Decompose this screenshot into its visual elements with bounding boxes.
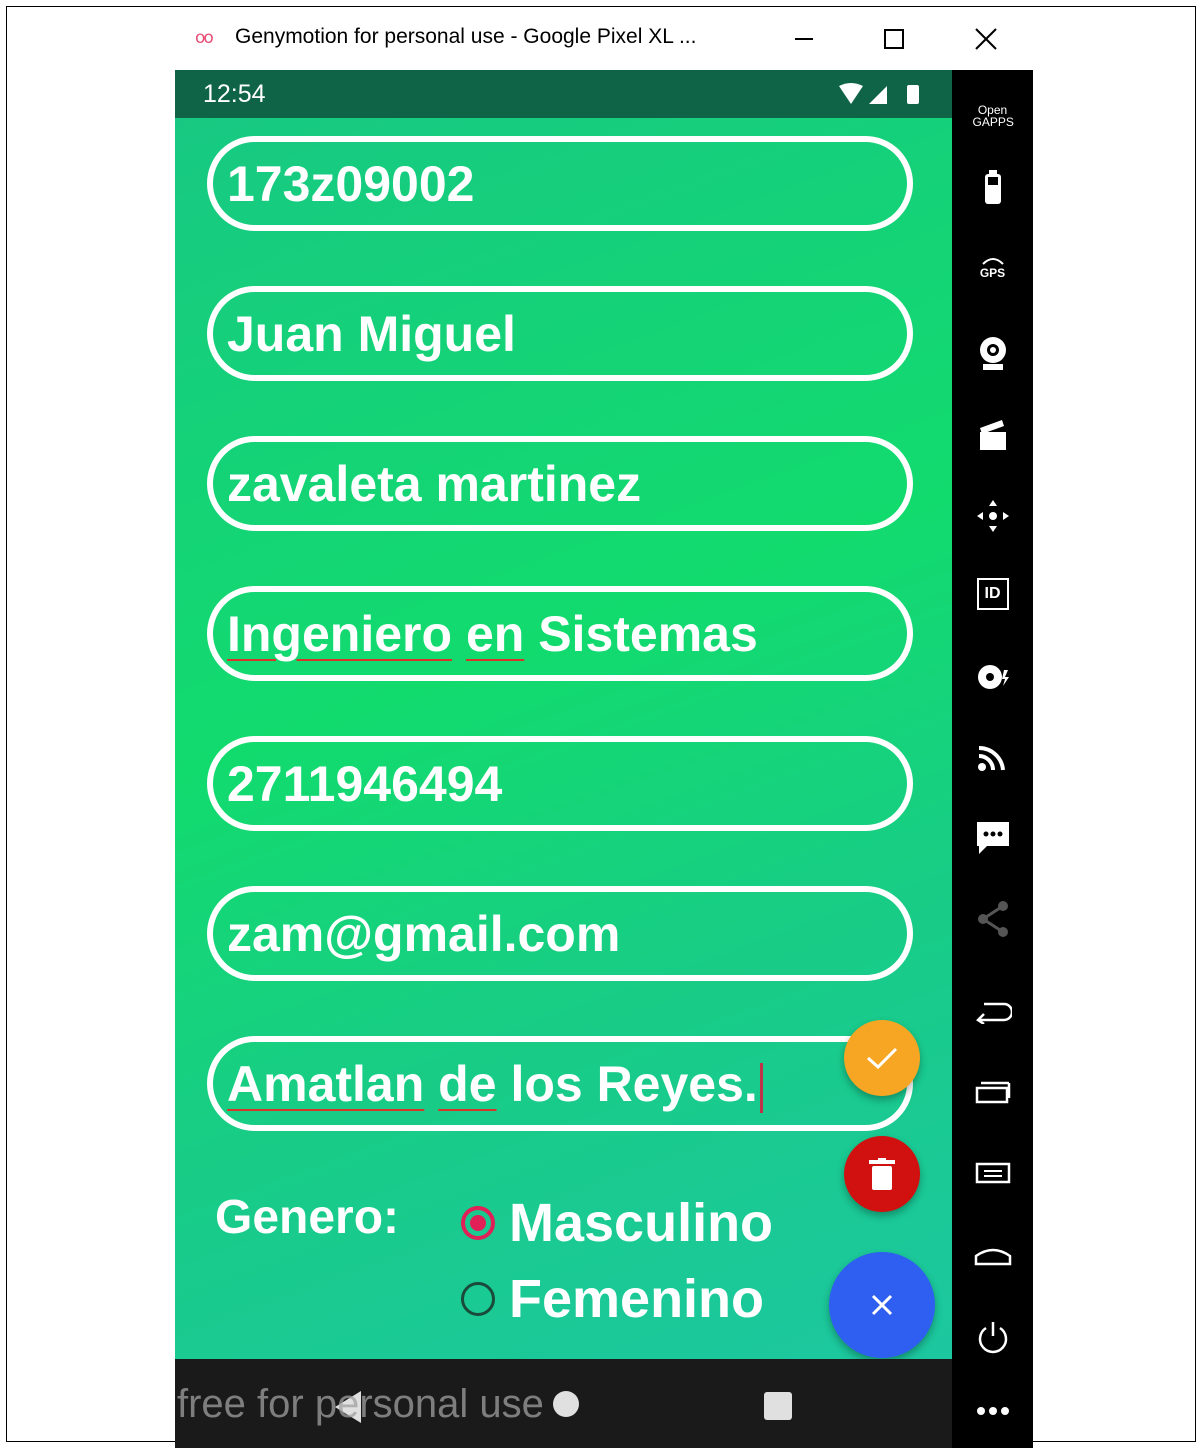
gps-icon[interactable]: GPS bbox=[952, 256, 1033, 280]
maximize-icon bbox=[884, 29, 904, 49]
radio-label: Masculino bbox=[509, 1193, 774, 1253]
save-fab-button[interactable] bbox=[844, 1020, 920, 1096]
field-value: 173z09002 bbox=[227, 156, 475, 212]
status-bar: 12:54 bbox=[175, 70, 952, 118]
radio-masculino[interactable]: Masculino bbox=[461, 1192, 773, 1254]
recents-icon[interactable] bbox=[763, 1391, 793, 1421]
genymotion-logo: oo bbox=[195, 28, 214, 48]
camera-icon[interactable] bbox=[952, 336, 1033, 372]
field-value: Ingeniero en Sistemas bbox=[227, 606, 758, 662]
check-icon bbox=[866, 1047, 898, 1070]
field-first-name[interactable]: Juan Miguel bbox=[207, 286, 913, 381]
field-career[interactable]: Ingeniero en Sistemas bbox=[207, 586, 913, 681]
radio-femenino[interactable]: Femenino bbox=[461, 1268, 764, 1330]
field-value: Amatlan de los Reyes. bbox=[227, 1056, 763, 1113]
more-icon[interactable] bbox=[952, 1406, 1033, 1416]
minimize-button[interactable] bbox=[779, 18, 829, 60]
battery-widget-icon[interactable] bbox=[952, 170, 1033, 206]
field-email[interactable]: zam@gmail.com bbox=[207, 886, 913, 981]
watermark-text: free for personal use bbox=[177, 1382, 544, 1426]
close-button[interactable] bbox=[961, 18, 1011, 60]
title-bar: oo Genymotion for personal use - Google … bbox=[175, 8, 1033, 71]
genymotion-sidebar: Open GAPPS GPS ID bbox=[952, 70, 1033, 1448]
maximize-button[interactable] bbox=[869, 18, 919, 60]
close-icon bbox=[975, 28, 997, 50]
status-icons bbox=[839, 83, 919, 104]
media-icon[interactable] bbox=[952, 418, 1033, 452]
recent-apps-icon[interactable] bbox=[952, 1080, 1033, 1104]
field-value: Juan Miguel bbox=[227, 306, 516, 362]
menu-icon[interactable] bbox=[952, 1162, 1033, 1184]
trash-icon bbox=[869, 1158, 895, 1190]
minimize-icon bbox=[795, 38, 813, 40]
open-gapps-icon[interactable]: Open GAPPS bbox=[952, 104, 1033, 128]
cast-icon[interactable] bbox=[952, 740, 1033, 772]
sms-icon[interactable] bbox=[952, 820, 1033, 856]
text-caret bbox=[759, 1062, 763, 1113]
window-title: Genymotion for personal use - Google Pix… bbox=[235, 25, 697, 48]
power-icon[interactable] bbox=[952, 1320, 1033, 1356]
battery-icon bbox=[907, 85, 919, 104]
field-value: zavaleta martinez bbox=[227, 456, 642, 512]
field-control-number[interactable]: 173z09002 bbox=[207, 136, 913, 231]
emulator-window: oo Genymotion for personal use - Google … bbox=[175, 8, 1033, 1448]
field-address[interactable]: Amatlan de los Reyes. bbox=[207, 1036, 913, 1131]
close-fab-button[interactable] bbox=[829, 1252, 935, 1358]
delete-fab-button[interactable] bbox=[844, 1136, 920, 1212]
gender-label: Genero: bbox=[215, 1191, 400, 1244]
radio-checked-icon bbox=[461, 1206, 495, 1240]
field-phone[interactable]: 2711946494 bbox=[207, 736, 913, 831]
disk-icon[interactable] bbox=[952, 662, 1033, 692]
field-value: zam@gmail.com bbox=[227, 906, 621, 962]
wifi-icon bbox=[839, 83, 863, 104]
status-time: 12:54 bbox=[203, 80, 266, 108]
radio-unchecked-icon bbox=[461, 1282, 495, 1316]
home-icon[interactable] bbox=[952, 1244, 1033, 1266]
id-icon[interactable]: ID bbox=[952, 578, 1033, 610]
back-icon[interactable] bbox=[952, 1000, 1033, 1024]
gps-label: GPS bbox=[979, 266, 1006, 280]
id-label: ID bbox=[976, 578, 1009, 610]
radio-label: Femenino bbox=[509, 1269, 765, 1329]
open-gapps-label: Open GAPPS bbox=[972, 103, 1014, 129]
android-screen: 12:54 173z09002 Juan Miguel zavaleta mar… bbox=[175, 70, 952, 1359]
share-icon[interactable] bbox=[952, 900, 1033, 938]
home-icon[interactable] bbox=[551, 1389, 581, 1419]
close-icon bbox=[871, 1294, 893, 1316]
field-last-name[interactable]: zavaleta martinez bbox=[207, 436, 913, 531]
field-value: 2711946494 bbox=[227, 756, 503, 812]
signal-icon bbox=[869, 86, 887, 104]
dpad-icon[interactable] bbox=[952, 498, 1033, 534]
